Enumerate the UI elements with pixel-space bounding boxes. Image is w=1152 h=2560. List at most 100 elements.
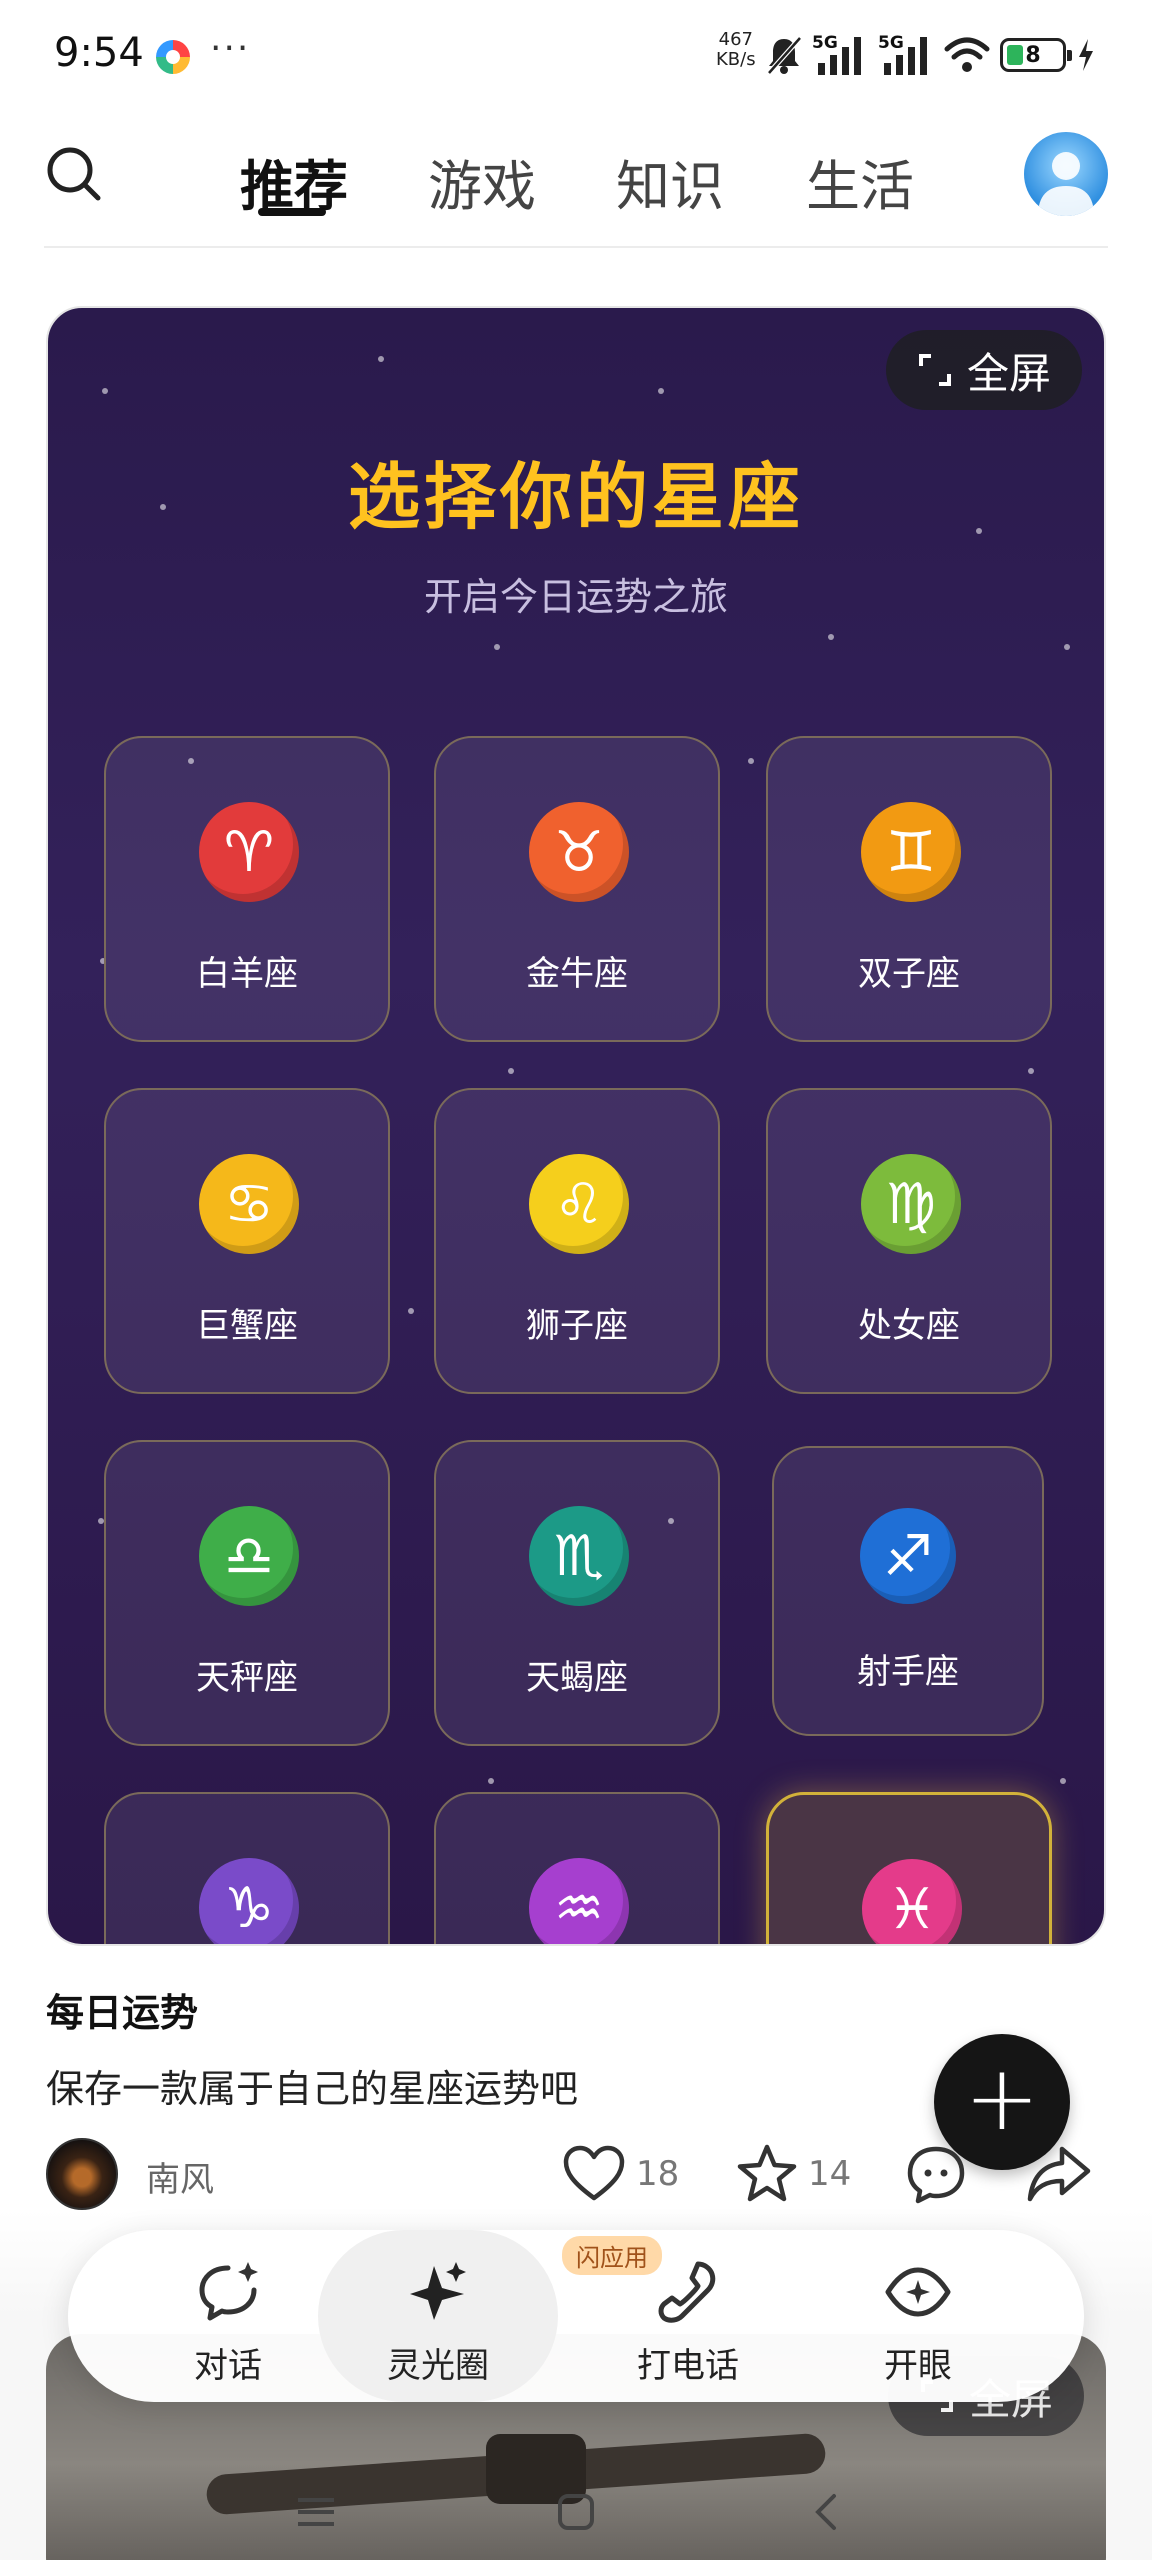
tab-games[interactable]: 游戏: [428, 142, 536, 221]
zodiac-scorpio[interactable]: ♏ 天蝎座: [434, 1440, 720, 1746]
eye-icon: [885, 2267, 951, 2317]
star-decoration: [748, 758, 754, 764]
zodiac-taurus[interactable]: ♉ 金牛座: [434, 736, 720, 1042]
mute-bell-icon: [767, 36, 802, 75]
network-speed: 467 KB/s: [716, 30, 756, 70]
zodiac-label: 巨蟹座: [196, 1306, 298, 1346]
like-button[interactable]: 18: [562, 2136, 679, 2212]
zodiac-label: 白羊座: [196, 954, 298, 994]
zodiac-leo[interactable]: ♌ 狮子座: [434, 1088, 720, 1394]
system-gesture-bar: [0, 2486, 1152, 2560]
nav-label: 对话: [194, 2346, 262, 2386]
zodiac-label: 处女座: [858, 1306, 960, 1346]
zodiac-pisces[interactable]: ♓: [766, 1792, 1052, 1944]
signal-1-icon: 5G: [812, 33, 868, 77]
share-icon: [1027, 2146, 1091, 2202]
back-icon[interactable]: [808, 2490, 844, 2534]
battery-icon: 8: [1000, 38, 1072, 72]
favorite-count: 14: [808, 2154, 852, 2194]
zodiac-label: 天秤座: [196, 1658, 298, 1698]
star-decoration: [828, 634, 834, 640]
share-button[interactable]: [1026, 2136, 1092, 2212]
top-nav: 推荐 游戏 知识 生活: [0, 112, 1152, 244]
network-speed-unit: KB/s: [716, 49, 756, 70]
tab-life[interactable]: 生活: [806, 142, 914, 221]
star-decoration: [658, 388, 664, 394]
favorite-button[interactable]: 14: [736, 2136, 851, 2212]
aries-icon: ♈: [199, 802, 299, 902]
nav-label: 打电话: [637, 2346, 739, 2386]
tab-knowledge[interactable]: 知识: [616, 142, 724, 221]
wifi-icon: [944, 37, 990, 72]
sagittarius-icon: ♐: [860, 1508, 956, 1604]
zodiac-cancer[interactable]: ♋ 巨蟹座: [104, 1088, 390, 1394]
star-decoration: [102, 388, 108, 394]
nav-divider: [44, 246, 1108, 248]
nav-label: 开眼: [884, 2346, 952, 2386]
zodiac-aries[interactable]: ♈ 白羊座: [104, 736, 390, 1042]
zodiac-capricorn[interactable]: ♑: [104, 1792, 390, 1944]
star-decoration: [1060, 1778, 1066, 1784]
zodiac-libra[interactable]: ♎ 天秤座: [104, 1440, 390, 1746]
zodiac-app-card[interactable]: 全屏 选择你的星座 开启今日运势之旅 ♈ 白羊座 ♉ 金牛座 ♊ 双子座 ♋ 巨…: [46, 306, 1106, 1946]
app-notification-icon: [156, 40, 190, 74]
user-avatar[interactable]: [1024, 132, 1108, 216]
star-decoration: [408, 1308, 414, 1314]
aquarius-icon: ♒: [529, 1858, 629, 1944]
nav-chat[interactable]: 对话: [128, 2230, 328, 2402]
signal-2-icon: 5G: [878, 33, 934, 77]
star-decoration: [494, 644, 500, 650]
author-name[interactable]: 南风: [146, 2152, 214, 2201]
active-tab-indicator: [258, 208, 326, 216]
nav-call[interactable]: 打电话: [588, 2230, 788, 2402]
zodiac-gemini[interactable]: ♊ 双子座: [766, 736, 1052, 1042]
status-bar: 9:54 ··· 467 KB/s 5G 5G 8: [0, 0, 1152, 112]
zodiac-label: 金牛座: [526, 954, 628, 994]
cancer-icon: ♋: [199, 1154, 299, 1254]
sparkle-star-icon: [410, 2262, 466, 2320]
card-subtitle: 开启今日运势之旅: [423, 575, 728, 619]
leo-icon: ♌: [529, 1154, 629, 1254]
zodiac-label: 狮子座: [526, 1306, 628, 1346]
menu-icon[interactable]: [294, 2492, 338, 2532]
fullscreen-button[interactable]: 全屏: [886, 330, 1082, 410]
search-icon[interactable]: [40, 140, 110, 210]
like-count: 18: [636, 2154, 680, 2194]
zodiac-label: 射手座: [857, 1652, 959, 1692]
home-icon[interactable]: [554, 2490, 598, 2534]
comment-button[interactable]: [904, 2136, 968, 2212]
bottom-nav: 对话 灵光圈 闪应用 打电话 开眼: [68, 2230, 1084, 2402]
virgo-icon: ♍: [861, 1154, 961, 1254]
gemini-icon: ♊: [861, 802, 961, 902]
heart-icon: [563, 2145, 625, 2201]
nav-label: 灵光圈: [387, 2346, 489, 2386]
status-icons: 5G 5G 8: [766, 30, 1096, 80]
card-title: 选择你的星座: [347, 455, 804, 539]
capricorn-icon: ♑: [199, 1858, 299, 1944]
charging-icon: [1079, 39, 1093, 71]
fullscreen-label: 全屏: [966, 348, 1051, 398]
author-avatar[interactable]: [46, 2138, 118, 2210]
star-decoration: [378, 356, 384, 362]
star-decoration: [488, 1778, 494, 1784]
scorpio-icon: ♏: [529, 1506, 629, 1606]
chat-sparkle-icon: [199, 2262, 258, 2321]
star-decoration: [1028, 1068, 1034, 1074]
nav-lingguang[interactable]: 灵光圈: [318, 2230, 558, 2402]
libra-icon: ♎: [199, 1506, 299, 1606]
zodiac-label: 天蝎座: [526, 1658, 628, 1698]
zodiac-sagittarius[interactable]: ♐ 射手座: [772, 1446, 1044, 1736]
network-speed-value: 467: [718, 29, 753, 50]
phone-icon: [658, 2261, 716, 2323]
post-title: 每日运势: [46, 1991, 199, 2035]
taurus-icon: ♉: [529, 802, 629, 902]
zodiac-aquarius[interactable]: ♒: [434, 1792, 720, 1944]
battery-level: 8: [1025, 42, 1041, 68]
post-description: 保存一款属于自己的星座运势吧: [46, 2067, 579, 2111]
pisces-icon: ♓: [862, 1859, 962, 1944]
star-decoration: [508, 1068, 514, 1074]
expand-icon: [918, 354, 951, 386]
zodiac-virgo[interactable]: ♍ 处女座: [766, 1088, 1052, 1394]
more-notifications-icon: ···: [210, 28, 251, 69]
nav-eye[interactable]: 开眼: [818, 2230, 1018, 2402]
